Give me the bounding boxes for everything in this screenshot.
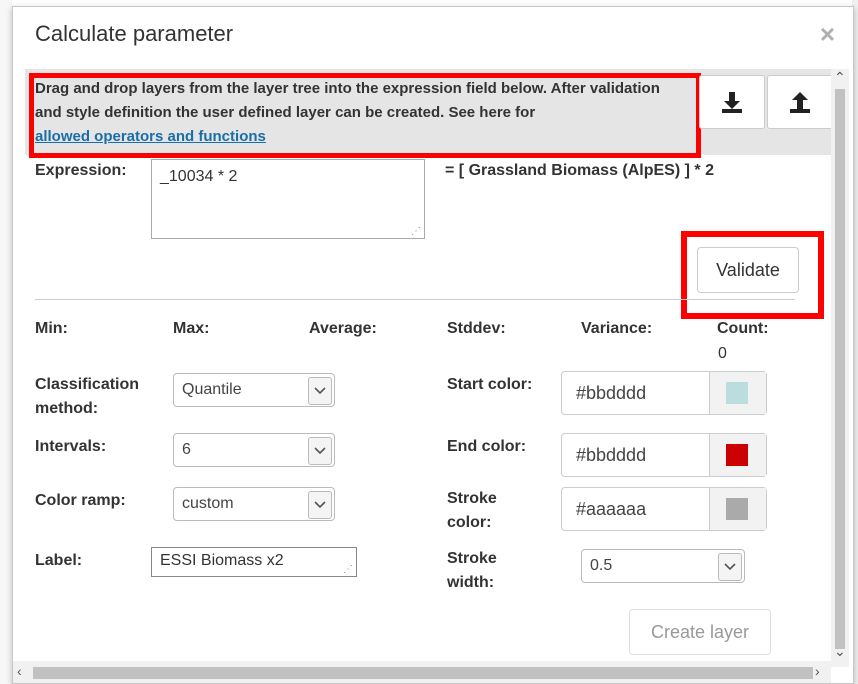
highlight-info-box: [29, 73, 701, 158]
color-ramp-select[interactable]: custom: [173, 487, 335, 521]
scroll-left-icon[interactable]: ‹: [17, 663, 22, 679]
classification-select[interactable]: Quantile: [173, 373, 335, 407]
scroll-up-icon[interactable]: ⌃: [834, 69, 846, 86]
stroke-color-label-line1: Stroke: [447, 490, 497, 507]
vertical-scrollbar[interactable]: ⌃ ⌄: [831, 69, 849, 667]
end-color-label: End color:: [447, 438, 527, 455]
start-color-picker[interactable]: [709, 372, 766, 414]
classification-label: Classification method:: [35, 373, 139, 421]
vertical-scroll-thumb[interactable]: [835, 89, 845, 649]
intervals-label: Intervals:: [35, 438, 107, 455]
stroke-width-label: Stroke width:: [447, 547, 497, 595]
stroke-color-label: Stroke color:: [447, 487, 497, 535]
end-color-input[interactable]: #bbdddd: [561, 433, 767, 477]
create-layer-button[interactable]: Create layer: [629, 609, 771, 655]
expression-field[interactable]: _10034 * 2 ⋰: [151, 159, 425, 239]
color-ramp-label: Color ramp:: [35, 492, 126, 509]
stroke-color-input[interactable]: #aaaaaa: [561, 487, 767, 531]
divider: [35, 299, 795, 300]
end-color-picker[interactable]: [709, 434, 766, 476]
count-value: 0: [718, 345, 727, 362]
intervals-select[interactable]: 6: [173, 433, 335, 467]
stroke-width-label-line2: width:: [447, 574, 495, 591]
expression-label: Expression:: [35, 162, 127, 179]
intervals-value: 6: [182, 441, 191, 458]
start-color-input[interactable]: #bbdddd: [561, 371, 767, 415]
chevron-down-icon: [308, 491, 332, 519]
stroke-width-select[interactable]: 0.5: [581, 549, 745, 583]
classification-label-line2: method:: [35, 400, 99, 417]
average-label: Average:: [309, 320, 377, 337]
resize-grip-icon[interactable]: ⋰: [411, 227, 421, 237]
start-color-swatch: [726, 382, 748, 404]
max-label: Max:: [173, 320, 210, 337]
expression-value: _10034 * 2: [160, 168, 238, 185]
resize-grip-icon[interactable]: ⋰: [343, 565, 353, 575]
stroke-color-hex: #aaaaaa: [576, 499, 647, 519]
classification-label-line1: Classification: [35, 376, 140, 393]
download-icon: [722, 92, 742, 113]
stroke-width-value: 0.5: [590, 557, 613, 574]
upload-button[interactable]: [767, 75, 833, 129]
dialog-title: Calculate parameter: [35, 21, 234, 46]
layer-label-label: Label:: [35, 552, 83, 569]
chevron-down-icon: [308, 377, 332, 405]
stroke-color-swatch: [726, 498, 748, 520]
calculate-parameter-dialog: Calculate parameter × Drag and drop laye…: [12, 6, 854, 684]
stddev-label: Stddev:: [447, 320, 506, 337]
min-label: Min:: [35, 320, 68, 337]
expression-resolved: = [ Grassland Biomass (AlpES) ] * 2: [445, 162, 714, 179]
chevron-down-icon: [718, 553, 742, 581]
stroke-width-label-line1: Stroke: [447, 550, 497, 567]
variance-label: Variance:: [581, 320, 653, 337]
upload-icon: [790, 92, 810, 113]
stroke-color-label-line2: color:: [447, 514, 492, 531]
stroke-color-picker[interactable]: [709, 488, 766, 530]
scroll-right-icon[interactable]: ›: [815, 663, 820, 679]
close-icon[interactable]: ×: [820, 19, 835, 50]
layer-label-input[interactable]: ESSI Biomass x2 ⋰: [151, 547, 357, 577]
highlight-validate-box: [681, 231, 824, 319]
color-ramp-value: custom: [182, 495, 234, 512]
start-color-label: Start color:: [447, 376, 533, 393]
start-color-hex: #bbdddd: [576, 383, 647, 403]
end-color-swatch: [726, 444, 748, 466]
background-left: [0, 0, 12, 684]
classification-value: Quantile: [182, 381, 242, 398]
horizontal-scrollbar[interactable]: ‹ ›: [13, 661, 831, 683]
scroll-down-icon[interactable]: ⌄: [834, 643, 846, 660]
layer-label-value: ESSI Biomass x2: [160, 552, 284, 569]
count-label: Count:: [717, 320, 769, 337]
end-color-hex: #bbdddd: [576, 445, 647, 465]
download-button[interactable]: [699, 75, 765, 129]
horizontal-scroll-thumb[interactable]: [33, 667, 813, 679]
chevron-down-icon: [308, 437, 332, 465]
